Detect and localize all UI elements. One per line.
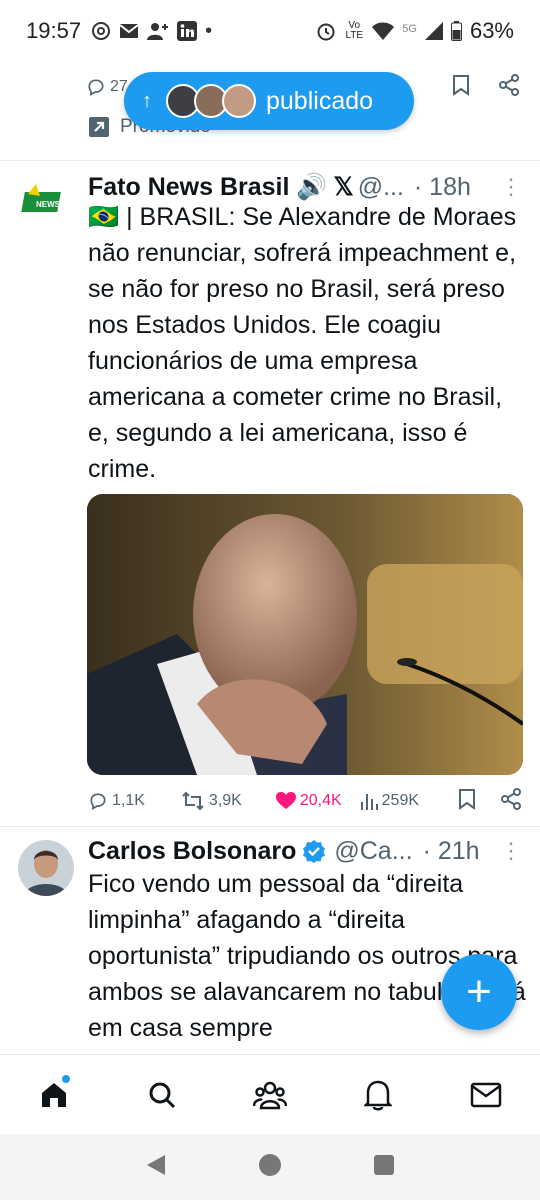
nav-communities[interactable]: [240, 1065, 300, 1125]
share-button[interactable]: [498, 73, 520, 101]
retweet-icon: [182, 791, 204, 811]
tweet-text[interactable]: 🇧🇷 | BRASIL: Se Alexandre de Moraes não …: [88, 199, 528, 487]
tweet-time[interactable]: · 18h: [414, 173, 471, 202]
plus-icon: +: [466, 967, 492, 1016]
divider: [0, 826, 540, 827]
like-count: 20,4K: [299, 792, 342, 809]
promoted-icon: [89, 117, 109, 137]
nav-home[interactable]: [24, 1065, 84, 1125]
bottom-navigation: [0, 1054, 540, 1135]
tweet-header: Carlos Bolsonaro @Ca... · 21h ⋮: [88, 836, 522, 866]
dot-icon: •: [205, 19, 213, 42]
battery-percent: 63%: [469, 18, 514, 43]
bookmark-button[interactable]: [452, 74, 470, 101]
status-time: 19:57: [26, 18, 82, 43]
more-icon[interactable]: ⋮: [500, 174, 522, 200]
divider: [0, 160, 540, 161]
tweet-photo[interactable]: [87, 494, 523, 775]
nav-notifications[interactable]: [348, 1065, 408, 1125]
reply-button[interactable]: 1,1K: [88, 791, 145, 811]
bookmark-icon: [453, 74, 469, 96]
network-label: 5G: [402, 23, 417, 35]
home-icon: [42, 1083, 66, 1107]
author-handle[interactable]: @...: [358, 173, 404, 202]
avatar: [222, 84, 256, 118]
tweet-header: Fato News Brasil 🔊 𝕏 @... · 18h ⋮: [88, 172, 522, 202]
share-icon: [499, 73, 519, 96]
heart-icon: [275, 792, 296, 809]
tweet-time[interactable]: · 21h: [423, 837, 480, 866]
communities-icon: [253, 1081, 287, 1110]
nav-search[interactable]: [132, 1065, 192, 1125]
avatar[interactable]: [18, 840, 74, 896]
author-name[interactable]: Carlos Bolsonaro: [88, 837, 296, 866]
retweet-button[interactable]: 3,9K: [181, 791, 242, 811]
share-icon: [501, 787, 521, 810]
reply-count: 1,1K: [112, 792, 145, 809]
views-button[interactable]: 259K: [360, 792, 419, 810]
compose-button[interactable]: +: [441, 954, 517, 1030]
more-icon[interactable]: ⋮: [500, 838, 522, 864]
retweet-count: 3,9K: [208, 792, 242, 809]
notification-dot: [62, 1075, 70, 1083]
envelope-icon: [470, 1082, 502, 1108]
status-bar: 19:57 • Vo LTE 5G 63%: [0, 0, 540, 62]
new-posts-label: publicado: [266, 86, 374, 115]
views-count: 259K: [381, 792, 420, 809]
nav-messages[interactable]: [456, 1065, 516, 1125]
linkedin-icon: [177, 21, 198, 41]
tweet-actions: 1,1K 3,9K 20,4K 259K: [88, 786, 522, 816]
alarm-icon: [316, 21, 336, 41]
wifi-icon: [372, 22, 395, 40]
arrow-up-icon: ↑: [142, 89, 152, 112]
bookmark-icon: [459, 788, 475, 810]
add-person-icon: [147, 22, 169, 40]
share-button[interactable]: [500, 787, 522, 815]
search-icon: [149, 1082, 176, 1109]
avatar[interactable]: NEWS: [18, 174, 74, 230]
author-name[interactable]: Fato News Brasil 🔊: [88, 173, 328, 202]
avatar-text: NEWS: [36, 200, 61, 209]
bell-icon: [364, 1080, 392, 1111]
author-handle[interactable]: @Ca...: [334, 837, 412, 866]
views-icon: [360, 794, 378, 810]
home-circle-icon[interactable]: [258, 1153, 282, 1182]
reply-icon: [88, 79, 104, 96]
back-icon[interactable]: [145, 1153, 167, 1182]
recents-icon[interactable]: [373, 1154, 395, 1181]
x-logo-icon: 𝕏: [333, 173, 354, 201]
reply-button[interactable]: 27: [86, 77, 128, 97]
signal-icon: [424, 22, 443, 40]
verified-icon: [302, 839, 326, 863]
bookmark-button[interactable]: [458, 788, 476, 815]
new-posts-pill[interactable]: ↑ publicado: [124, 72, 414, 130]
system-navigation: [0, 1134, 540, 1200]
threads-icon: [91, 21, 111, 41]
like-button[interactable]: 20,4K: [275, 792, 342, 810]
battery-icon: [450, 21, 462, 41]
volte-label: Vo LTE: [345, 20, 364, 41]
mail-icon: [119, 23, 139, 39]
reply-icon: [90, 793, 106, 810]
